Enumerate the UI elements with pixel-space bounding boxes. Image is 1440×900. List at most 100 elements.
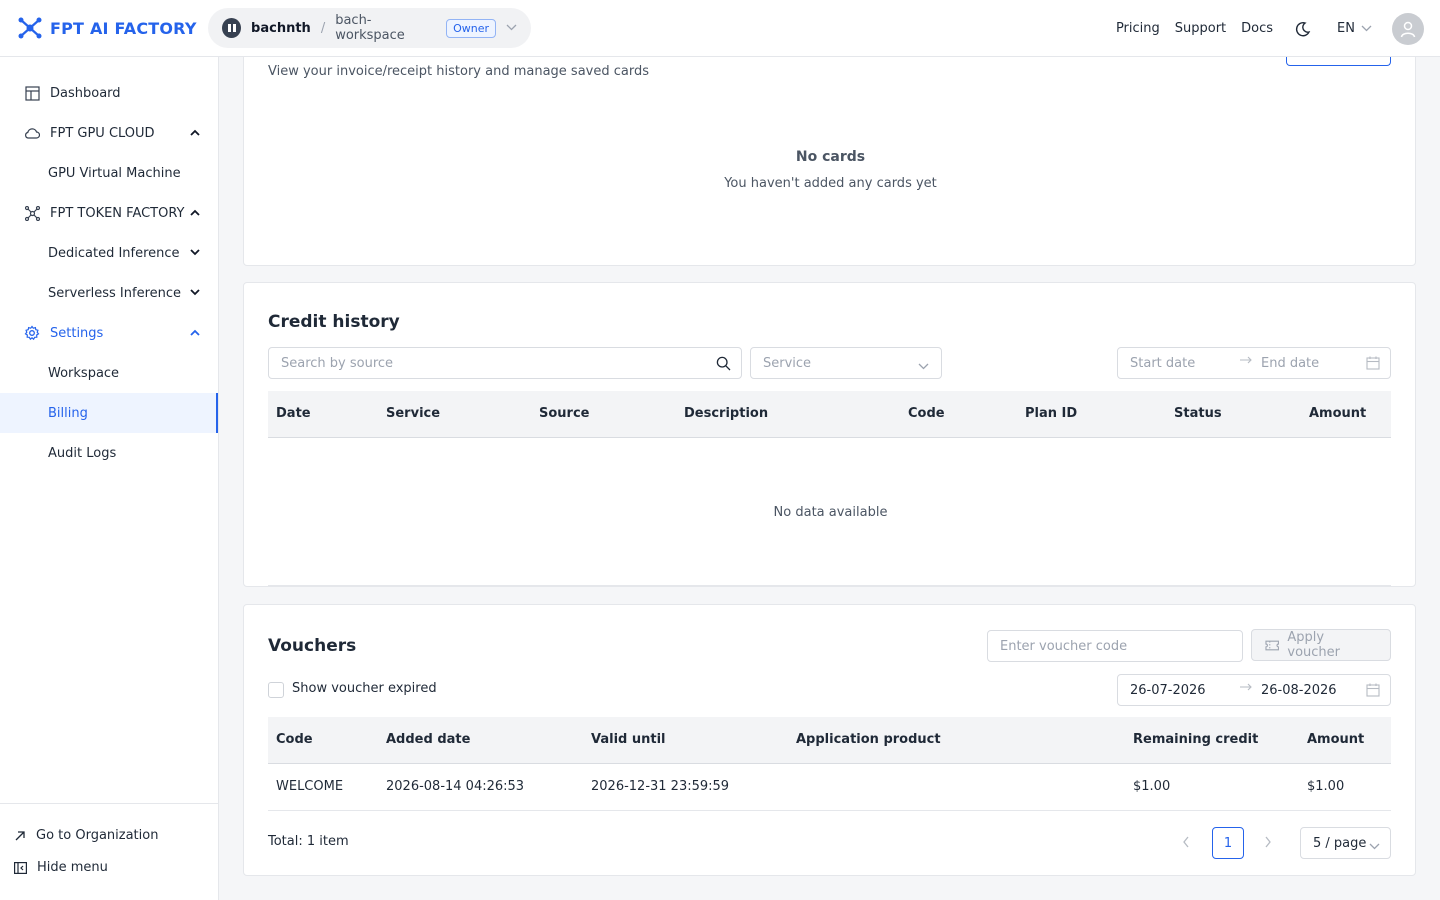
chevron-down-icon: [190, 288, 200, 299]
top-bar: FPT AI FACTORY bachnth / bach-workspace …: [0, 0, 1440, 57]
column-header-code: Code: [276, 732, 313, 747]
show-expired-label: Show voucher expired: [292, 681, 437, 696]
chevron-down-icon: [1361, 25, 1372, 32]
hide-menu-button[interactable]: Hide menu: [14, 860, 108, 875]
page-size-select[interactable]: 5 / page: [1300, 827, 1391, 859]
voucher-amount-cell: $1.00: [1307, 779, 1345, 794]
sidebar-item-label: GPU Virtual Machine: [48, 165, 181, 181]
sidebar-item-token-factory[interactable]: FPT TOKEN FACTORY: [0, 193, 218, 233]
sidebar-item-label: Audit Logs: [48, 445, 117, 461]
chevron-up-icon: [190, 208, 200, 219]
calendar-icon: [1366, 356, 1380, 374]
column-header-description: Description: [684, 406, 769, 421]
empty-table-text: No data available: [773, 505, 888, 520]
sidebar-item-label: FPT TOKEN FACTORY: [50, 205, 185, 221]
hide-menu-label: Hide menu: [37, 860, 108, 875]
column-header-valid-until: Valid until: [591, 732, 666, 747]
support-link[interactable]: Support: [1175, 21, 1226, 36]
sidebar-item-label: Serverless Inference: [48, 285, 182, 301]
table-bottom-divider: [268, 585, 1391, 586]
service-select[interactable]: Service: [750, 347, 942, 379]
sidebar-item-gpu-cloud[interactable]: FPT GPU CLOUD: [0, 113, 218, 153]
column-header-code: Code: [908, 406, 945, 421]
page-button[interactable]: 1: [1212, 827, 1244, 859]
column-header-date: Date: [276, 406, 311, 421]
user-icon: [1400, 21, 1416, 37]
workspace-separator: /: [320, 20, 326, 36]
language-select[interactable]: EN: [1337, 21, 1372, 36]
ticket-icon: [1265, 640, 1279, 650]
end-date-placeholder: End date: [1261, 355, 1320, 371]
logo-text: FPT AI FACTORY: [50, 18, 197, 38]
network-icon: [24, 205, 40, 221]
total-count: Total: 1 item: [268, 834, 349, 849]
go-to-organization-label: Go to Organization: [36, 828, 159, 843]
page-size-label: 5 / page: [1313, 835, 1367, 851]
workspace-name: bach-workspace: [335, 13, 405, 43]
table-row[interactable]: WELCOME 2026-08-14 04:26:53 2026-12-31 2…: [268, 764, 1391, 811]
arrow-right-icon: [1239, 681, 1253, 696]
sidebar-item-label: Workspace: [48, 365, 120, 381]
chevron-up-icon: [190, 128, 200, 139]
chevron-right-icon[interactable]: [1264, 836, 1272, 852]
chevron-down-icon: [190, 248, 200, 259]
sidebar-item-label: Settings: [50, 325, 104, 341]
sidebar-item-audit-logs[interactable]: Audit Logs: [0, 433, 218, 473]
voucher-date-from: 26-07-2026: [1130, 682, 1206, 698]
workspace-switcher[interactable]: bachnth / bach-workspace Owner: [208, 8, 531, 48]
sidebar-item-serverless-inference[interactable]: Serverless Inference: [0, 273, 218, 313]
user-avatar[interactable]: [1392, 12, 1424, 45]
voucher-date-to: 26-08-2026: [1261, 682, 1337, 698]
search-placeholder: Search by source: [281, 355, 394, 371]
column-header-added-date: Added date: [386, 732, 471, 747]
pricing-link[interactable]: Pricing: [1116, 21, 1160, 36]
start-date-placeholder: Start date: [1130, 355, 1196, 371]
column-header-remaining-credit: Remaining credit: [1133, 732, 1259, 747]
gear-icon: [24, 325, 40, 341]
sidebar-item-dedicated-inference[interactable]: Dedicated Inference: [0, 233, 218, 273]
column-header-amount: Amount: [1307, 732, 1365, 747]
calendar-icon: [1366, 683, 1380, 701]
apply-voucher-label: Apply voucher: [1287, 630, 1341, 660]
sidebar-item-dashboard[interactable]: Dashboard: [0, 73, 218, 113]
sidebar: Dashboard FPT GPU CLOUD GPU Virtual Mach…: [0, 57, 219, 900]
language-label: EN: [1337, 21, 1355, 36]
credit-history-card: Credit history Search by source Service …: [243, 282, 1416, 587]
voucher-code-input[interactable]: Enter voucher code: [987, 630, 1243, 662]
search-icon: [716, 356, 731, 375]
payment-subtitle: View your invoice/receipt history and ma…: [268, 64, 649, 79]
sidebar-item-label: Dedicated Inference: [48, 245, 180, 261]
sidebar-footer: Go to Organization Hide menu: [0, 803, 218, 900]
voucher-added-cell: 2026-08-14 04:26:53: [386, 779, 525, 794]
chevron-left-icon[interactable]: [1182, 836, 1190, 852]
voucher-date-range[interactable]: 26-07-2026 26-08-2026: [1117, 674, 1391, 706]
date-range-picker[interactable]: Start date End date: [1117, 347, 1391, 379]
logo[interactable]: FPT AI FACTORY: [16, 14, 197, 42]
column-header-source: Source: [539, 406, 590, 421]
column-header-amount: Amount: [1309, 406, 1367, 421]
sidebar-item-billing[interactable]: Billing: [0, 393, 218, 433]
column-header-plan-id: Plan ID: [1025, 406, 1078, 421]
docs-link[interactable]: Docs: [1241, 21, 1273, 36]
sidebar-item-workspace[interactable]: Workspace: [0, 353, 218, 393]
chevron-up-icon: [190, 328, 200, 339]
show-expired-checkbox[interactable]: [268, 682, 284, 698]
apply-voucher-button[interactable]: Apply voucher: [1251, 629, 1391, 661]
sidebar-item-gpu-virtual-machine[interactable]: GPU Virtual Machine: [0, 153, 218, 193]
moon-icon[interactable]: [1295, 21, 1311, 37]
top-links: Pricing Support Docs EN: [1116, 0, 1440, 57]
sidebar-item-label: FPT GPU CLOUD: [50, 125, 155, 141]
column-header-service: Service: [386, 406, 441, 421]
sidebar-item-settings[interactable]: Settings: [0, 313, 218, 353]
role-badge: Owner: [446, 18, 496, 38]
arrow-up-right-icon: [15, 830, 25, 840]
sidebar-item-label: Billing: [48, 405, 88, 421]
empty-cards-title: No cards: [795, 149, 866, 165]
go-to-organization-button[interactable]: Go to Organization: [14, 828, 158, 843]
vouchers-title: Vouchers: [268, 636, 357, 656]
empty-cards-text: You haven't added any cards yet: [724, 176, 937, 191]
search-input[interactable]: Search by source: [268, 347, 742, 379]
cloud-icon: [24, 125, 40, 141]
vouchers-card: Vouchers Enter voucher code Apply vouche…: [243, 604, 1416, 876]
workspace-avatar-icon: [222, 18, 242, 38]
